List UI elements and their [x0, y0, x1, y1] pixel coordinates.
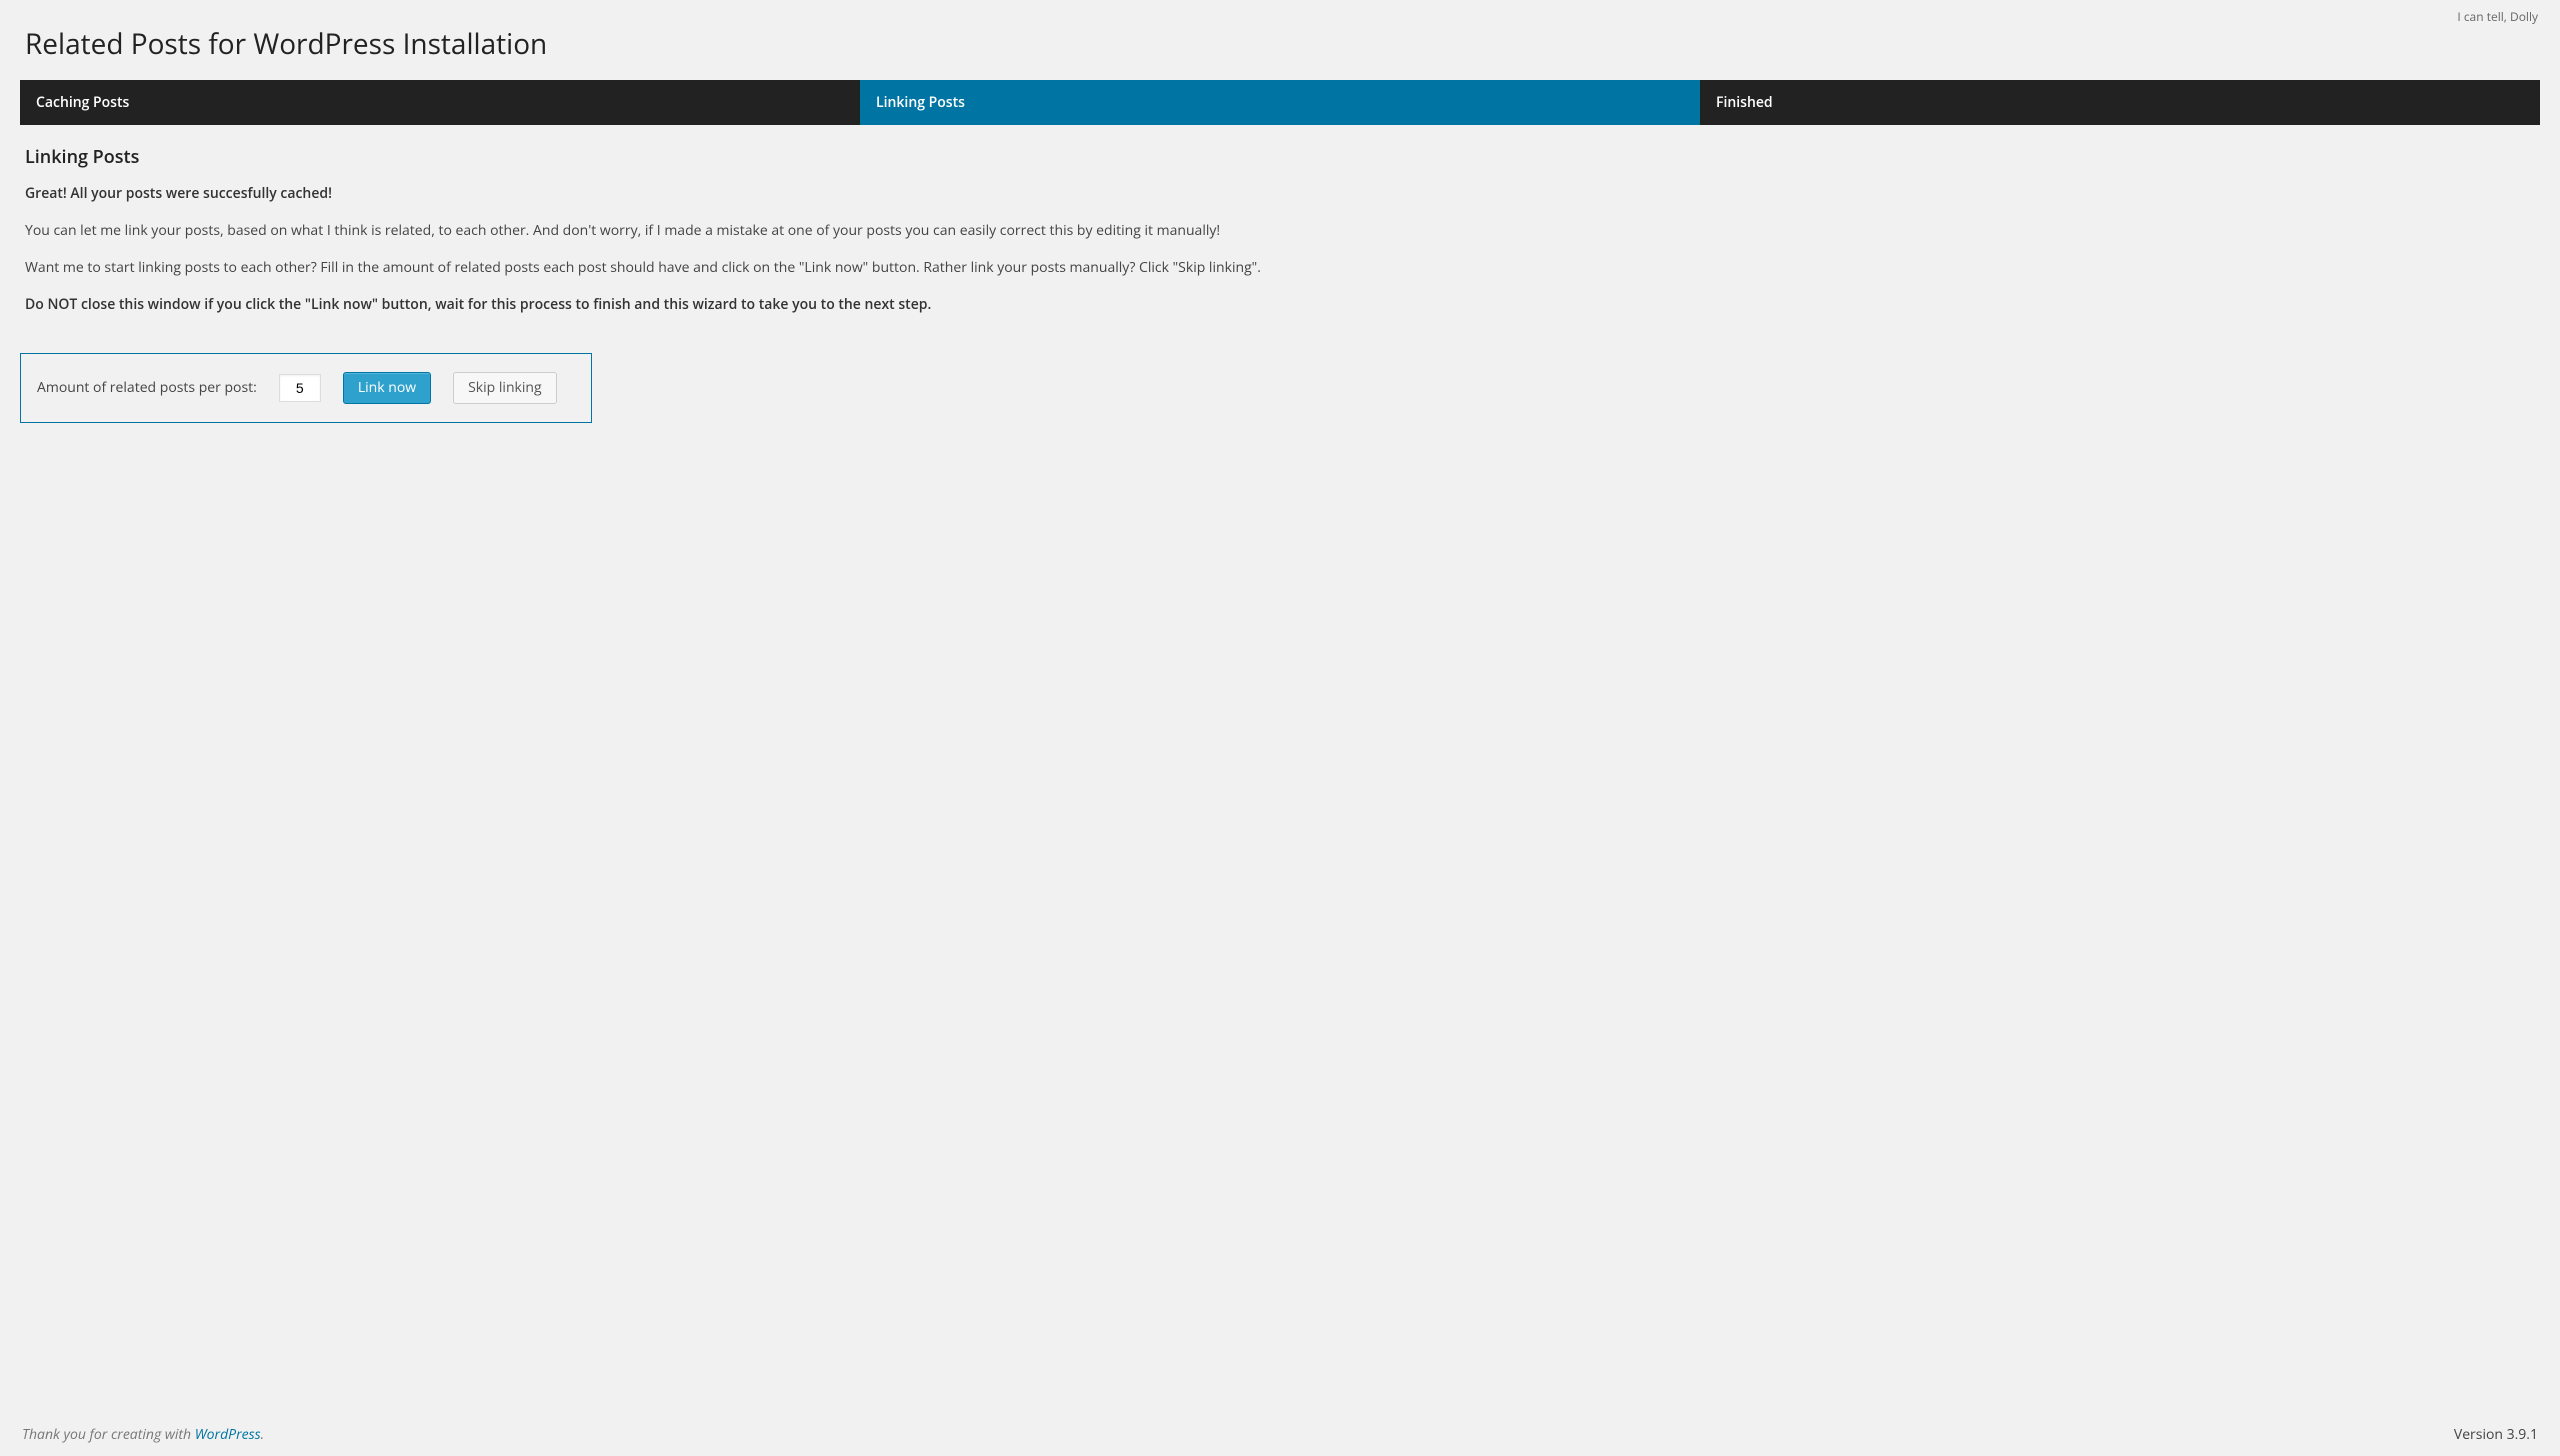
paragraph-warning: Do NOT close this window if you click th… — [25, 294, 2540, 315]
wordpress-link[interactable]: WordPress — [195, 1425, 261, 1444]
footer-thanks: Thank you for creating with WordPress. — [22, 1425, 264, 1444]
hello-dolly-text: I can tell, Dolly — [2457, 8, 2538, 25]
wizard-tabs: Caching Posts Linking Posts Finished — [20, 80, 2540, 125]
footer-thanks-prefix: Thank you for creating with — [22, 1425, 195, 1444]
tab-caching-posts[interactable]: Caching Posts — [20, 80, 860, 125]
footer-version: Version 3.9.1 — [2454, 1425, 2538, 1444]
section-heading: Linking Posts — [25, 145, 2540, 169]
tab-finished[interactable]: Finished — [1700, 80, 2540, 125]
skip-linking-button[interactable]: Skip linking — [453, 372, 557, 405]
amount-input[interactable] — [279, 374, 321, 402]
tab-linking-posts[interactable]: Linking Posts — [860, 80, 1700, 125]
paragraph-info-2: Want me to start linking posts to each o… — [25, 257, 2540, 278]
link-now-button[interactable]: Link now — [343, 372, 431, 405]
paragraph-success: Great! All your posts were succesfully c… — [25, 183, 2540, 204]
amount-label: Amount of related posts per post: — [37, 378, 257, 397]
paragraph-info-1: You can let me link your posts, based on… — [25, 220, 2540, 241]
footer-thanks-suffix: . — [261, 1425, 265, 1444]
linking-form-box: Amount of related posts per post: Link n… — [20, 353, 592, 424]
page-title: Related Posts for WordPress Installation — [20, 10, 2540, 80]
admin-footer: Thank you for creating with WordPress. V… — [0, 1415, 2560, 1456]
